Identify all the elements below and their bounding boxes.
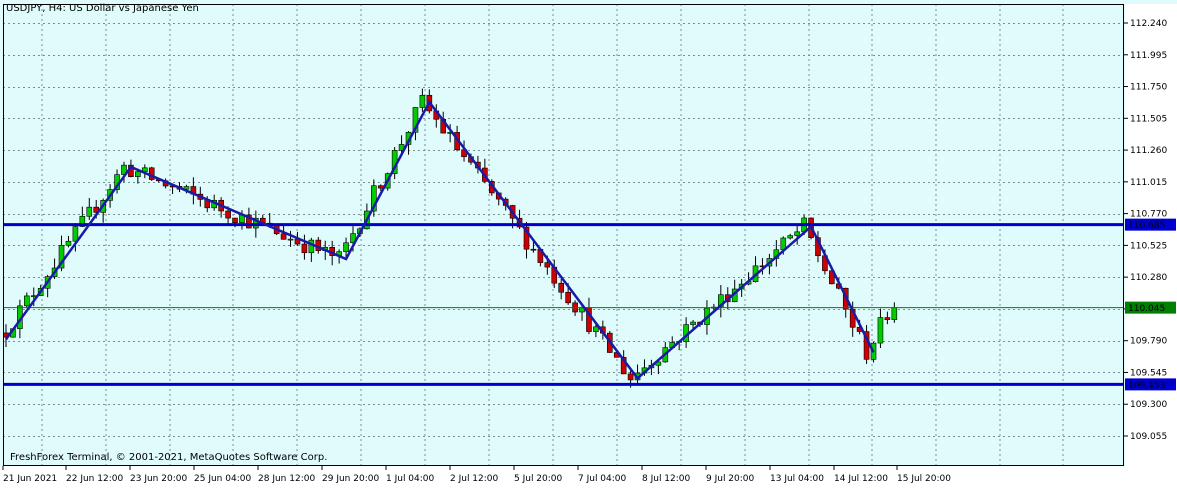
candle-bear [280,233,287,240]
candle-bull [787,235,794,239]
copyright-text: FreshForex Terminal, © 2001-2021, MetaQu… [10,452,328,463]
candle-bull [419,94,426,108]
candle-bear [884,317,891,320]
candle-bull [308,239,315,254]
candle-bear [565,291,571,304]
x-tick-label: 23 Jun 20:00 [130,474,187,484]
candle-bull [72,226,79,242]
candle-bull [287,238,294,241]
y-tick-label: 111.260 [1130,146,1167,156]
y-tick-label: 111.015 [1130,178,1167,188]
candle-bear [232,217,238,223]
y-tick-label: 109.545 [1130,368,1167,378]
candle-bull [24,295,30,307]
x-tick-label: 7 Jul 04:00 [578,474,627,484]
chart-title: USDJPY, H4: US Dollar vs Japanese Yen [6,3,199,14]
x-tick-label: 2 Jul 12:00 [450,474,499,484]
candle-bull [343,242,349,253]
x-tick-label: 8 Jul 12:00 [642,474,691,484]
candle-bull [891,307,898,320]
x-tick-label: 9 Jul 20:00 [706,474,755,484]
candle-bull [794,231,800,236]
price-tag-label: 110.685 [1128,221,1165,231]
y-tick-label: 111.505 [1130,114,1167,124]
x-tick-label: 1 Jul 04:00 [386,474,435,484]
y-tick-label: 112.240 [1130,19,1167,29]
y-tick-label: 110.770 [1130,210,1167,220]
candle-bull [86,206,93,217]
candle-bull [65,240,72,246]
candle-bear [627,373,634,381]
price-tag-label: 109.453 [1128,381,1165,391]
x-tick-label: 5 Jul 20:00 [514,474,563,484]
candle-bear [225,210,231,219]
x-tick-label: 21 Jun 2021 [3,474,57,484]
candle-bull [135,171,141,177]
candle-bear [301,243,308,254]
candle-bull [690,321,696,325]
x-tick-label: 28 Jun 12:00 [258,474,315,484]
y-tick-label: 111.750 [1130,83,1167,93]
y-tick-label: 109.790 [1130,337,1167,347]
x-tick-label: 29 Jun 20:00 [322,474,379,484]
price-tag-label: 110.045 [1128,304,1165,314]
x-tick-label: 14 Jul 12:00 [834,474,888,484]
y-tick-label: 111.995 [1130,51,1167,61]
candle-bull [593,326,599,332]
x-tick-label: 15 Jul 20:00 [897,474,951,484]
y-tick-label: 109.300 [1130,400,1167,410]
x-tick-label: 22 Jun 12:00 [66,474,123,484]
price-axis-background [1125,4,1177,466]
price-chart: 112.240 111.995 111.750 111.505 111.260 111.0… [0,0,1177,489]
candle-bull [877,317,884,344]
candle-bear [544,262,551,268]
y-tick-label: 110.525 [1130,241,1167,251]
candle-bear [558,282,565,293]
chart-window: 112.240 111.995 111.750 111.505 111.260 111.0… [0,0,1177,489]
y-tick-label: 110.280 [1130,273,1167,283]
y-tick-label: 109.055 [1130,432,1167,442]
x-tick-label: 25 Jun 04:00 [194,474,251,484]
candle-bear [530,248,537,251]
x-tick-label: 13 Jul 04:00 [770,474,824,484]
